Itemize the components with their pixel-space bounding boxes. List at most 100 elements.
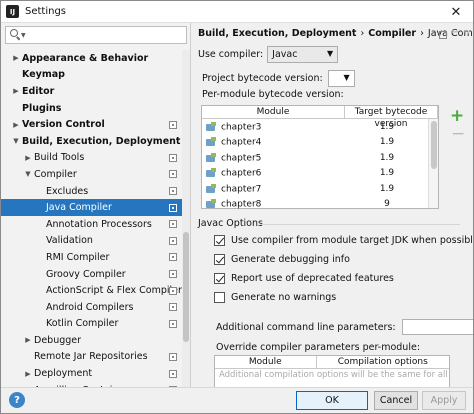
chevron-down-icon[interactable]: ▼: [11, 137, 21, 145]
checkbox[interactable]: [214, 273, 225, 284]
search-input[interactable]: [25, 28, 186, 42]
app-icon: IJ: [6, 5, 19, 18]
close-button[interactable]: ✕: [439, 1, 473, 23]
help-button[interactable]: ?: [9, 392, 25, 408]
remove-module-button[interactable]: −: [451, 126, 465, 143]
apply-button[interactable]: Apply: [422, 391, 466, 410]
dialog-button-bar: ? OK Cancel Apply: [1, 387, 473, 413]
back-arrow-icon[interactable]: ←: [451, 27, 459, 38]
sidebar-item[interactable]: RMI Compiler: [1, 249, 183, 266]
checkbox-label: Use compiler from module target JDK when…: [231, 235, 474, 246]
sidebar-item[interactable]: ▶ Build Tools: [1, 150, 183, 167]
sidebar-item[interactable]: ▼ Build, Execution, Deployment: [1, 133, 183, 150]
chevron-down-icon[interactable]: ▼: [23, 170, 33, 178]
table-scrollbar[interactable]: [428, 119, 438, 208]
project-scope-icon: [169, 170, 177, 179]
table-row[interactable]: chapter7 1.9: [202, 181, 438, 197]
target-version-cell[interactable]: 1.9: [345, 184, 429, 194]
table-row[interactable]: chapter4 1.9: [202, 135, 438, 151]
table-header: Module Target bytecode version: [202, 106, 438, 129]
search-icon: [9, 28, 23, 42]
checkbox-row[interactable]: Report use of deprecated features: [214, 273, 394, 284]
bytecode-select[interactable]: ▼: [327, 70, 355, 87]
sidebar-item-label: Build, Execution, Deployment: [22, 135, 181, 147]
chevron-right-icon[interactable]: ▶: [23, 154, 33, 162]
section-divider: [260, 224, 460, 225]
close-icon: ✕: [450, 4, 462, 20]
additional-params-input[interactable]: [401, 319, 473, 335]
checkbox[interactable]: [214, 292, 225, 303]
checkbox-label: Generate no warnings: [231, 292, 337, 303]
sidebar-item[interactable]: Annotation Processors: [1, 216, 183, 233]
sidebar-item-label: Version Control: [22, 119, 105, 131]
scrollbar-thumb[interactable]: [431, 121, 437, 169]
sidebar-item[interactable]: Validation: [1, 233, 183, 250]
table-row[interactable]: chapter6 1.9: [202, 166, 438, 182]
sidebar-item[interactable]: Groovy Compiler: [1, 266, 183, 283]
checkbox[interactable]: [214, 254, 225, 265]
sidebar-item[interactable]: Keymap: [1, 67, 183, 84]
search-box[interactable]: ▼: [5, 26, 187, 44]
chevron-right-icon[interactable]: ▶: [11, 54, 21, 62]
help-icon: ?: [14, 394, 20, 406]
column-header-module[interactable]: Module: [215, 356, 317, 368]
sidebar-item[interactable]: ▶ Appearance & Behavior: [1, 50, 183, 67]
module-folder-icon: [206, 121, 217, 132]
table-body: chapter3 1.9 chapter4 1.9 chapter5 1.9 chapter…: [202, 119, 438, 212]
chevron-right-icon[interactable]: ▶: [11, 87, 21, 95]
column-header-target-version[interactable]: Target bytecode version: [345, 106, 438, 129]
sidebar-item[interactable]: ▶ Editor: [1, 83, 183, 100]
project-scope-icon: [439, 31, 447, 39]
module-cell: chapter7: [202, 183, 345, 194]
sidebar-item-label: Remote Jar Repositories: [34, 351, 148, 363]
table-row[interactable]: chapter3 1.9: [202, 119, 438, 135]
module-folder-icon: [206, 152, 217, 163]
checkbox[interactable]: [214, 235, 225, 246]
compiler-select[interactable]: Javac ▼: [267, 46, 339, 63]
target-version-cell[interactable]: 1.9: [345, 122, 429, 132]
breadcrumb-part: Compiler: [368, 28, 417, 39]
checkbox-row[interactable]: Use compiler from module target JDK when…: [214, 235, 474, 246]
chevron-right-icon[interactable]: ▶: [23, 370, 33, 378]
module-name: chapter3: [221, 122, 262, 132]
ok-button[interactable]: OK: [296, 391, 368, 410]
scrollbar-thumb[interactable]: [183, 232, 189, 342]
target-version-cell[interactable]: 9: [345, 199, 429, 209]
add-module-button[interactable]: +: [450, 108, 464, 125]
column-header-compilation-options[interactable]: Compilation options: [317, 356, 449, 368]
project-scope-icon: [169, 270, 177, 279]
sidebar-item[interactable]: ActionScript & Flex Compiler: [1, 282, 183, 299]
chevron-right-icon[interactable]: ▶: [11, 121, 21, 129]
window-title: Settings: [25, 6, 67, 17]
sidebar-scrollbar[interactable]: [182, 50, 190, 387]
sidebar-item[interactable]: ▼ Compiler: [1, 166, 183, 183]
target-version-cell[interactable]: 1.9: [345, 137, 429, 147]
sidebar-item-label: Android Compilers: [46, 301, 134, 313]
column-header-module[interactable]: Module: [202, 106, 345, 118]
cancel-button[interactable]: Cancel: [374, 391, 418, 410]
sidebar-item[interactable]: ▶ Deployment: [1, 365, 183, 382]
target-version-cell[interactable]: 1.9: [345, 168, 429, 178]
chevron-right-icon[interactable]: ▶: [23, 336, 33, 344]
sidebar-item[interactable]: Excludes: [1, 183, 183, 200]
checkbox-row[interactable]: Generate no warnings: [214, 292, 336, 303]
sidebar-item[interactable]: Remote Jar Repositories: [1, 349, 183, 366]
compiler-value: Javac: [272, 49, 298, 60]
sidebar-item[interactable]: Java Compiler: [1, 199, 183, 216]
settings-window: IJ Settings ✕ ▼ ▶ Appearance & Behavior Ke…: [0, 0, 474, 414]
sidebar-item[interactable]: ▶ Version Control: [1, 116, 183, 133]
project-scope-icon: [169, 303, 177, 312]
sidebar-item[interactable]: Plugins: [1, 100, 183, 117]
sidebar-item[interactable]: Kotlin Compiler: [1, 316, 183, 333]
sidebar-item[interactable]: Android Compilers: [1, 299, 183, 316]
sidebar-item[interactable]: ▶ Debugger: [1, 332, 183, 349]
checkbox-row[interactable]: Generate debugging info: [214, 254, 350, 265]
project-scope-icon: [169, 236, 177, 245]
project-scope-icon: [169, 203, 177, 212]
target-version-cell[interactable]: 1.9: [345, 153, 429, 163]
module-name: chapter4: [221, 137, 262, 148]
override-hint: Additional compilation options will be t…: [219, 370, 449, 380]
forward-arrow-icon[interactable]: →: [462, 27, 470, 38]
table-row[interactable]: chapter5 1.9: [202, 150, 438, 166]
table-row[interactable]: chapter8 9: [202, 197, 438, 213]
